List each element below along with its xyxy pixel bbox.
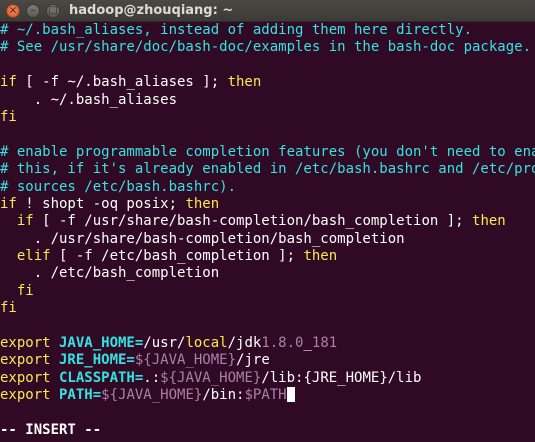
code-text: _ <box>303 335 312 352</box>
keyword: local <box>185 335 228 352</box>
keyword: export <box>0 335 51 352</box>
number: 181 <box>311 335 338 352</box>
vim-mode-status: -- INSERT -- <box>0 421 102 438</box>
comment-line: # See /usr/share/doc/bash-doc/examples i… <box>0 39 532 56</box>
keyword: if <box>0 195 17 212</box>
window-title: hadoop@zhouqiang: ~ <box>69 3 234 18</box>
code-text: /lib:{JRE_HOME}/lib <box>261 369 422 386</box>
comment-line: # enable programmable completion feature… <box>0 143 535 160</box>
comment-line: # this, if it's already enabled in /etc/… <box>0 161 535 178</box>
variable-reference: ${JAVA_HOME} <box>101 387 203 404</box>
keyword: export <box>0 387 51 404</box>
variable-name: JRE_HOME= <box>50 352 135 369</box>
code-text: /jre <box>236 352 270 369</box>
keyword: then <box>185 195 220 212</box>
export-line: export JRE_HOME=${JAVA_HOME}/jre <box>0 352 535 369</box>
variable-reference: ${JAVA_HOME} <box>134 352 237 369</box>
variable-reference: $PATH <box>244 387 287 404</box>
code-text: [ -f ~/.bash_aliases ]; <box>16 74 228 91</box>
code-line: if [ -f /usr/share/bash-completion/bash_… <box>0 213 535 230</box>
keyword: if <box>0 74 17 91</box>
title-bar[interactable]: × – □ hadoop@zhouqiang: ~ <box>0 0 535 22</box>
code-line: . /usr/share/bash-completion/bash_comple… <box>0 230 405 247</box>
text-cursor <box>286 387 295 403</box>
code-text: /bin: <box>202 387 245 404</box>
keyword: then <box>227 74 262 91</box>
code-text: .: <box>143 369 161 386</box>
keyword: elif <box>16 248 51 265</box>
export-line: export JAVA_HOME=/usr/local/jdk1.8.0_181 <box>0 335 535 352</box>
code-text: [ -f /etc/bash_completion ]; <box>50 248 304 265</box>
keyword: then <box>303 248 338 265</box>
variable-name: JAVA_HOME= <box>50 335 144 352</box>
comment-line: # ~/.bash_aliases, instead of adding the… <box>0 22 473 38</box>
export-line: export CLASSPATH=.:${JAVA_HOME}/lib:{JRE… <box>0 370 535 387</box>
code-line: fi <box>0 108 17 125</box>
vim-editor-buffer[interactable]: # ~/.bash_aliases, instead of adding the… <box>0 22 535 442</box>
keyword: export <box>0 369 51 386</box>
code-text: /jdk <box>227 335 262 352</box>
code-text: [ -f /usr/share/bash-completion/bash_com… <box>33 213 473 230</box>
code-line: if ! shopt -oq posix; then <box>0 196 535 213</box>
terminal-window: × – □ hadoop@zhouqiang: ~ # ~/.bash_alia… <box>0 0 535 442</box>
maximize-button[interactable]: □ <box>46 4 60 18</box>
variable-name: PATH= <box>50 387 102 404</box>
minimize-button[interactable]: – <box>26 4 40 18</box>
comment-line: # sources /etc/bash.bashrc). <box>0 178 237 195</box>
variable-name: CLASSPATH= <box>50 369 144 386</box>
code-text: ! shopt -oq posix; <box>16 195 186 212</box>
export-line: export PATH=${JAVA_HOME}/bin:$PATH <box>0 387 535 404</box>
code-line: . /etc/bash_completion <box>0 265 220 282</box>
code-line: fi <box>0 282 34 299</box>
variable-reference: ${JAVA_HOME} <box>160 369 262 386</box>
code-line: . ~/.bash_aliases <box>0 91 178 108</box>
keyword: if <box>16 213 34 230</box>
number: 1.8.0 <box>261 335 304 352</box>
close-button[interactable]: × <box>6 4 20 18</box>
code-line: fi <box>0 300 17 317</box>
code-line: if [ -f ~/.bash_aliases ]; then <box>0 74 535 91</box>
code-text: /usr/ <box>143 335 186 352</box>
code-line: elif [ -f /etc/bash_completion ]; then <box>0 248 535 265</box>
keyword: export <box>0 352 51 369</box>
keyword: then <box>472 213 506 230</box>
